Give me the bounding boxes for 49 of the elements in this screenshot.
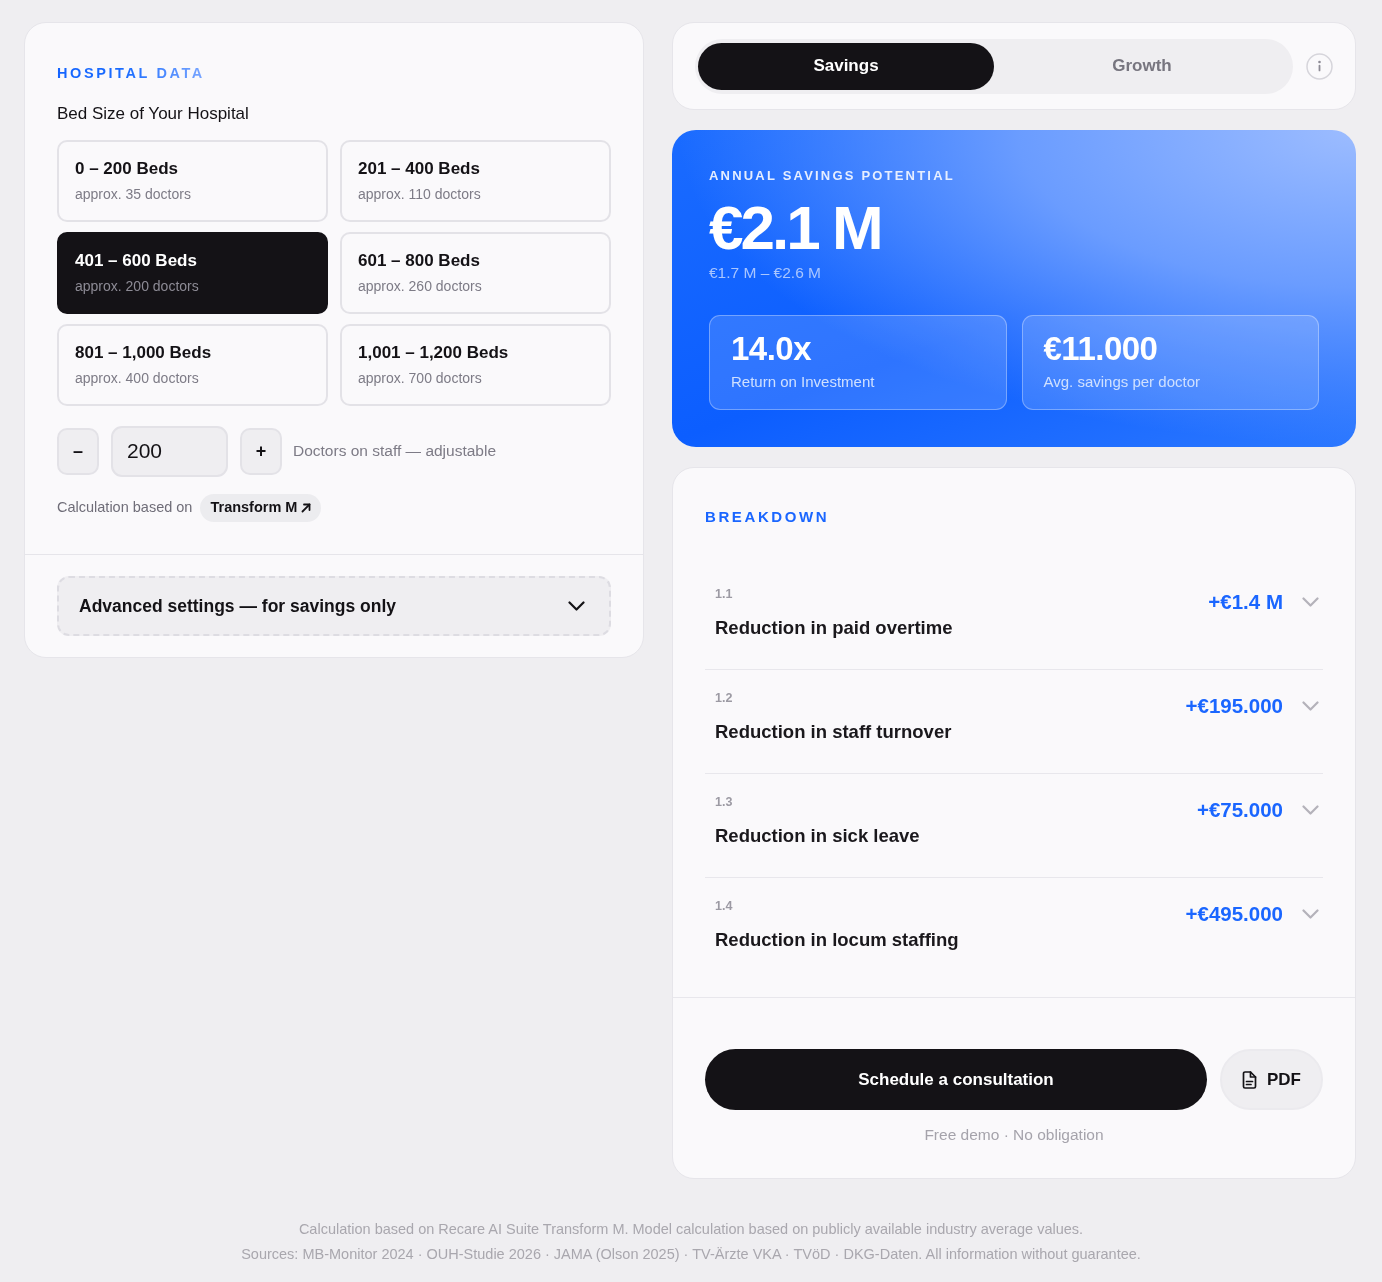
- summary-eyebrow: ANNUAL SAVINGS POTENTIAL: [709, 168, 956, 184]
- pdf-button[interactable]: PDF: [1220, 1049, 1323, 1110]
- schedule-button[interactable]: Schedule a consultation: [705, 1049, 1207, 1110]
- chevron-icon[interactable]: [1302, 701, 1319, 711]
- stat-label: Return on Investment: [731, 372, 876, 392]
- doctor-count-field[interactable]: 200: [111, 425, 228, 477]
- savings-amount: €2.1 M: [709, 196, 881, 260]
- item-title: Reduction in locum staffing: [715, 928, 959, 952]
- bed-size-option[interactable]: 601 – 800 Beds approx. 260 doctors: [340, 232, 611, 314]
- section-heading: HOSPITAL DATA: [57, 65, 205, 81]
- item-amount: +€1.4 M: [1208, 588, 1283, 615]
- chevron-icon[interactable]: [1302, 805, 1319, 815]
- item-number: 1.4: [715, 898, 734, 914]
- footer-note: Calculation based on Recare AI Suite Transform M. Model calculation based on publicly available industry average values.: [298, 1221, 1084, 1237]
- bed-size-option[interactable]: 201 – 400 Beds approx. 110 doctors: [340, 140, 611, 222]
- bed-size-option[interactable]: 0 – 200 Beds approx. 35 doctors: [57, 140, 328, 222]
- decrement-button[interactable]: –: [57, 427, 99, 475]
- increment-button[interactable]: +: [240, 427, 282, 475]
- info-icon[interactable]: [1306, 52, 1333, 80]
- item-amount: +€495.000: [1185, 900, 1283, 927]
- bed-size-option[interactable]: 1,001 – 1,200 Beds approx. 700 doctors: [340, 324, 611, 406]
- document-icon: [1242, 1070, 1257, 1089]
- action-note: Free demo · No obligation: [923, 1125, 1105, 1145]
- model-link[interactable]: Transform M: [200, 494, 322, 522]
- section-heading: BREAKDOWN: [705, 507, 831, 527]
- item-title: Reduction in sick leave: [715, 824, 920, 848]
- calculation-note: Calculation based on: [57, 498, 193, 517]
- item-number: 1.1: [715, 586, 734, 602]
- stat-value: 14.0x: [731, 330, 813, 368]
- arrow-icon: [301, 502, 312, 513]
- advanced-settings-toggle[interactable]: Advanced settings — for savings only: [57, 575, 611, 636]
- savings-range: €1.7 M – €2.6 M: [709, 263, 822, 283]
- mode-tab[interactable]: Savings: [698, 42, 994, 90]
- mode-tab[interactable]: Growth: [994, 42, 1290, 90]
- item-amount: +€195.000: [1185, 692, 1283, 719]
- bed-size-option[interactable]: 401 – 600 Beds approx. 200 doctors: [57, 232, 328, 314]
- item-amount: +€75.000: [1196, 796, 1283, 823]
- item-number: 1.3: [715, 794, 734, 810]
- field-label: Bed Size of Your Hospital: [57, 103, 250, 125]
- item-title: Reduction in paid overtime: [715, 616, 953, 640]
- chevron-icon[interactable]: [1302, 909, 1319, 919]
- stat-value: €11.000: [1043, 330, 1159, 368]
- stepper-hint: Doctors on staff — adjustable: [293, 441, 497, 462]
- chevron-icon[interactable]: [1302, 597, 1319, 607]
- footer-note: Sources: MB-Monitor 2024 · OUH-Studie 2026 · JAMA (Olson 2025) · TV-Ärzte VKA · TVöD · DKG-Daten. All information without guarantee.: [241, 1246, 1141, 1262]
- item-title: Reduction in staff turnover: [715, 720, 952, 744]
- item-number: 1.2: [715, 690, 734, 706]
- stat-label: Avg. savings per doctor: [1043, 372, 1201, 392]
- bed-size-option[interactable]: 801 – 1,000 Beds approx. 400 doctors: [57, 324, 328, 406]
